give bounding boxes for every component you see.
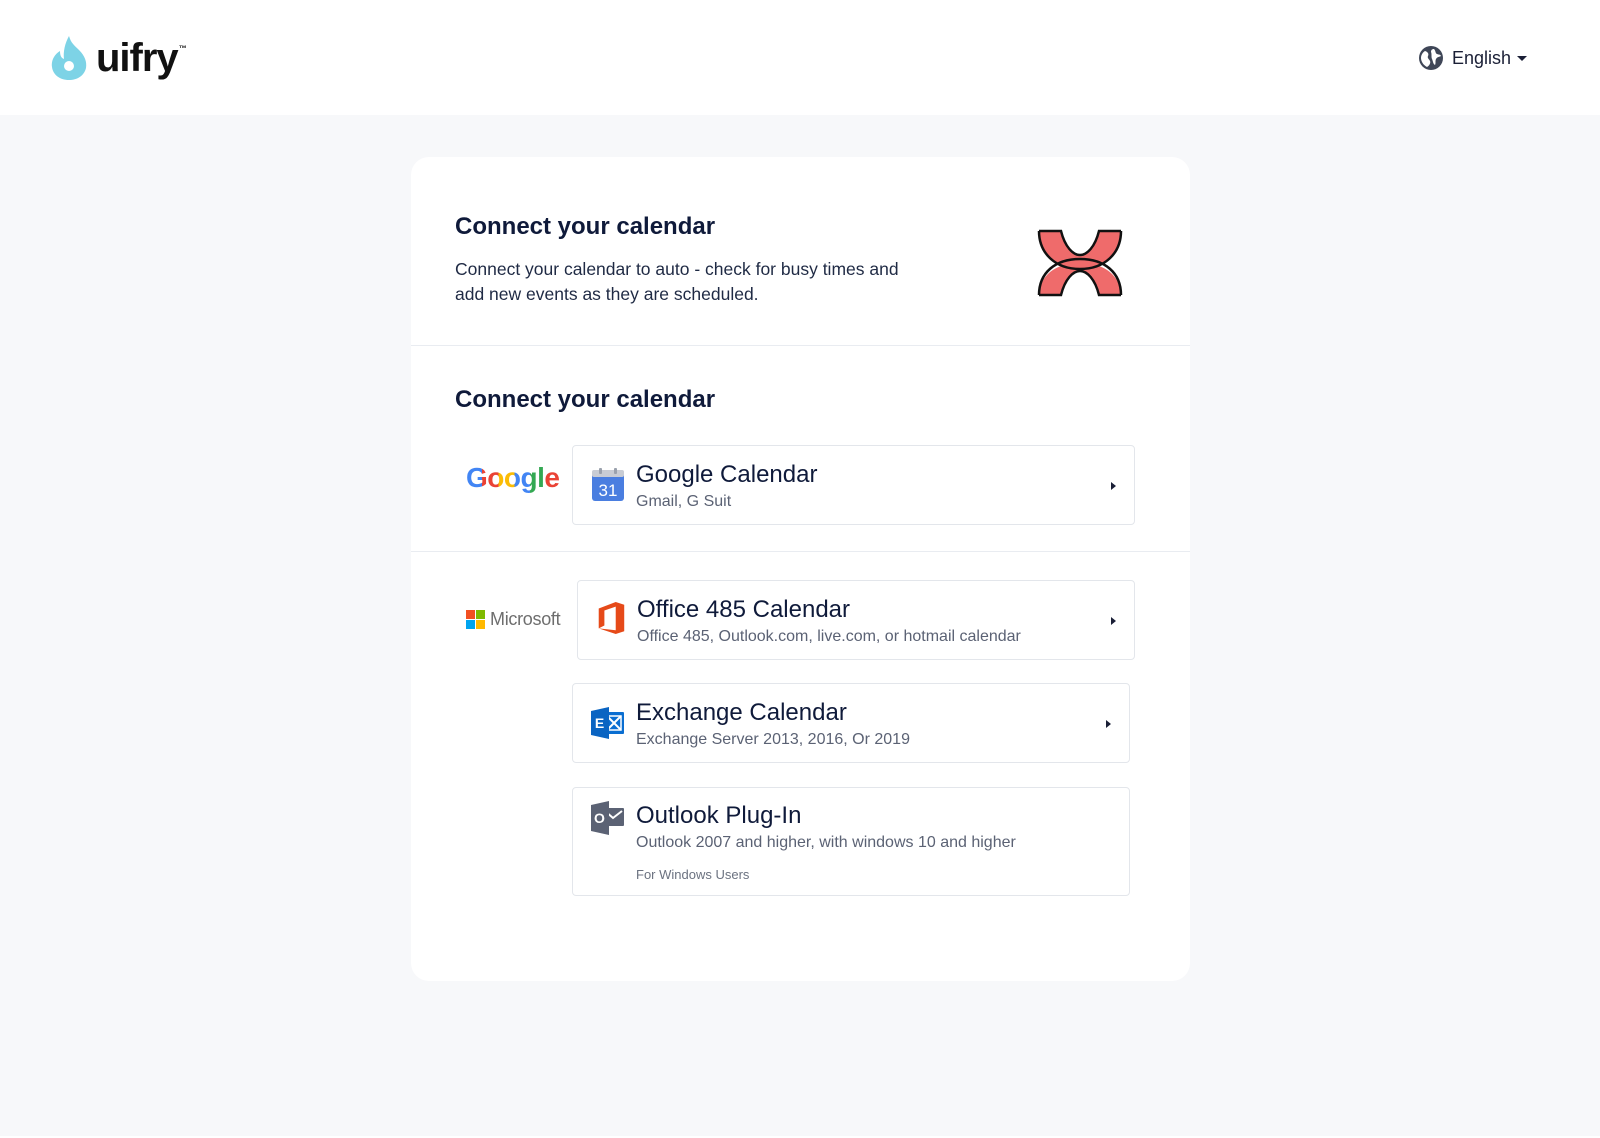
google-calendar-option[interactable]: 31 Google Calendar Gmail, G Suit [572, 445, 1135, 525]
google-calendar-icon: 31 [592, 468, 624, 501]
provider-divider [411, 551, 1190, 552]
chevron-right-icon [1106, 720, 1111, 728]
exchange-letter: E [595, 715, 604, 731]
calendar-illustration [1037, 229, 1123, 297]
top-bar: uifry ™ English [0, 0, 1600, 115]
outlook-icon: O [591, 801, 624, 835]
brand-name: uifry [96, 36, 179, 80]
section-divider [411, 345, 1190, 346]
exchange-calendar-subtitle: Exchange Server 2013, 2016, Or 2019 [636, 731, 910, 748]
microsoft-wordmark: Microsoft [490, 609, 561, 629]
exchange-calendar-option[interactable]: E Exchange Calendar Exchange Server 2013… [572, 683, 1130, 763]
office-calendar-title: Office 485 Calendar [637, 596, 851, 623]
outlook-letter: O [594, 810, 605, 826]
outlook-plugin-option[interactable]: O Outlook Plug-In Outlook 2007 and highe… [572, 787, 1130, 896]
globe-icon [1419, 46, 1443, 70]
intro-title: Connect your calendar [455, 213, 716, 240]
intro-description: Connect your calendar to auto - check fo… [455, 259, 899, 304]
exchange-icon: E [591, 707, 624, 739]
drop-logo-icon [51, 36, 87, 80]
caret-down-icon [1517, 55, 1528, 61]
section-title: Connect your calendar [455, 386, 716, 413]
microsoft-logo: Microsoft [466, 609, 561, 630]
calendar-day-number: 31 [599, 481, 618, 500]
brand-logo[interactable]: uifry ™ [50, 34, 187, 82]
outlook-plugin-subtitle: Outlook 2007 and higher, with windows 10… [636, 834, 1016, 851]
brand-trademark: ™ [178, 44, 187, 53]
exchange-calendar-title: Exchange Calendar [636, 699, 847, 726]
connect-calendar-card: Connect your calendar Connect your calen… [411, 157, 1190, 981]
outlook-plugin-note: For Windows Users [636, 867, 750, 882]
language-selector[interactable]: English [1418, 44, 1528, 72]
chevron-right-icon [1111, 482, 1116, 490]
outlook-plugin-title: Outlook Plug-In [636, 802, 802, 829]
google-calendar-subtitle: Gmail, G Suit [636, 493, 732, 510]
google-logo: Google [466, 462, 560, 494]
office-icon [598, 601, 625, 635]
google-wordmark: Google [466, 462, 560, 493]
office-calendar-option[interactable]: Office 485 Calendar Office 485, Outlook.… [577, 580, 1135, 660]
google-calendar-title: Google Calendar [636, 461, 818, 488]
language-label: English [1452, 47, 1512, 68]
office-calendar-subtitle: Office 485, Outlook.com, live.com, or ho… [637, 628, 1021, 645]
chevron-right-icon [1111, 617, 1116, 625]
microsoft-squares-icon [466, 610, 485, 629]
